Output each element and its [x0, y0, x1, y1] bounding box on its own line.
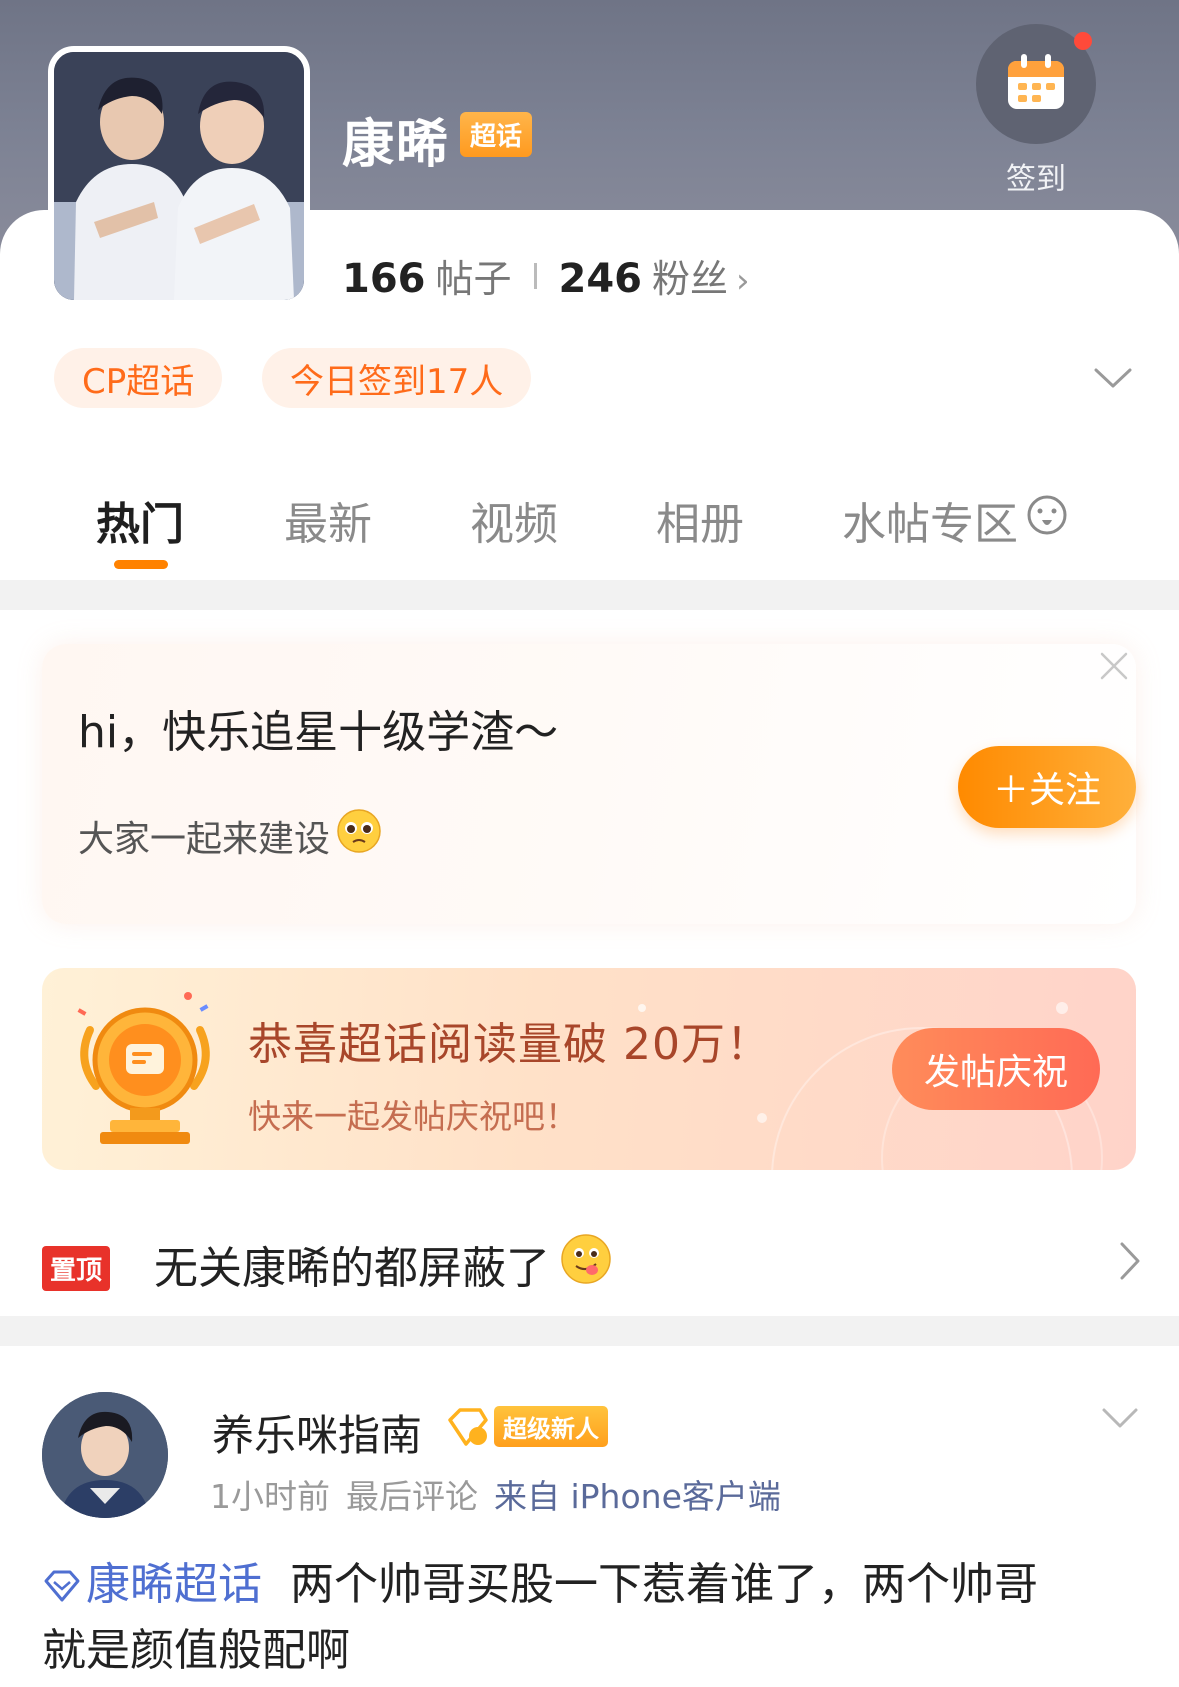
banner-title: 恭喜超话阅读量破 20万！: [248, 1019, 771, 1070]
author-avatar[interactable]: [42, 1392, 168, 1518]
post-last-comment: 最后评论: [346, 1477, 478, 1516]
pleading-emoji-icon: [336, 808, 382, 863]
super-topic-badge: 超话: [460, 112, 533, 157]
checkin-count-chip[interactable]: 今日签到17人: [262, 348, 532, 408]
checkin-label[interactable]: 签到: [976, 154, 1096, 198]
posts-label: 帖子: [435, 257, 512, 301]
welcome-subtitle-row: 大家一起来建设: [78, 808, 382, 863]
cover-image[interactable]: [48, 46, 310, 306]
tab-latest[interactable]: 最新: [284, 488, 372, 552]
section-divider: [0, 580, 1179, 610]
chevron-down-icon[interactable]: [1098, 1404, 1142, 1434]
content-sheet: [0, 210, 1179, 1687]
chevron-right-icon[interactable]: [1116, 1240, 1144, 1282]
trophy-icon: [77, 992, 210, 1144]
post-source: 来自 iPhone客户端: [494, 1477, 781, 1516]
topic-link[interactable]: 康晞超话: [42, 1559, 262, 1610]
posts-count: 166: [342, 256, 426, 302]
super-topic-page: 康晞 超话 签到 166 帖子 246 粉丝 › CP超话 今日签到17人 热门…: [0, 0, 1179, 1687]
tongue-emoji-icon: [560, 1233, 612, 1296]
chevron-right-icon: ›: [736, 261, 750, 301]
chevron-down-icon[interactable]: [1092, 358, 1134, 398]
tab-water-posts-label: 水帖专区: [842, 499, 1018, 550]
calendar-icon: [1005, 51, 1067, 117]
page-title: 康晞: [342, 115, 451, 175]
post-time: 1小时前: [210, 1477, 330, 1516]
fans-count: 246: [558, 256, 643, 302]
tab-video[interactable]: 视频: [470, 488, 558, 552]
pinned-post-text: 无关康晞的都屏蔽了: [154, 1243, 550, 1294]
welcome-subtitle: 大家一起来建设: [78, 818, 331, 860]
section-divider: [0, 1316, 1179, 1346]
diamond-icon: [448, 1408, 488, 1446]
banner-subtitle: 快来一起发帖庆祝吧！: [248, 1097, 578, 1136]
checkin-button[interactable]: [976, 24, 1096, 144]
pinned-post-row[interactable]: 无关康晞的都屏蔽了: [154, 1232, 612, 1296]
stats-divider: [533, 262, 537, 289]
tab-hot[interactable]: 热门: [96, 488, 184, 552]
post-meta: 1小时前 最后评论 来自 iPhone客户端: [210, 1470, 781, 1518]
topic-link-label: 康晞超话: [86, 1559, 262, 1610]
author-name[interactable]: 养乐咪指南: [212, 1402, 422, 1463]
post-celebrate-button[interactable]: 发帖庆祝: [892, 1028, 1100, 1110]
fans-label: 粉丝: [652, 257, 729, 301]
level-badge: 超级新人: [494, 1406, 608, 1447]
stats-row[interactable]: 166 帖子 246 粉丝 ›: [342, 248, 750, 303]
follow-button[interactable]: ＋关注: [958, 746, 1136, 828]
tab-album[interactable]: 相册: [656, 488, 744, 552]
close-icon[interactable]: [1096, 648, 1132, 684]
diamond-icon: [44, 1570, 80, 1602]
cp-topic-chip[interactable]: CP超话: [54, 348, 223, 408]
tab-water-posts[interactable]: 水帖专区: [842, 488, 1068, 552]
post-text-line-1: 两个帅哥买股一下惹着谁了，两个帅哥: [289, 1559, 1038, 1610]
welcome-title: hi，快乐追星十级学渣～: [78, 707, 559, 758]
post-body[interactable]: 康晞超话 两个帅哥买股一下惹着谁了，两个帅哥就是颜值般配啊: [42, 1552, 1136, 1684]
active-tab-indicator: [114, 560, 168, 569]
emoji-icon: [1026, 494, 1068, 547]
pinned-tag: 置顶: [42, 1246, 111, 1291]
notification-dot: [1074, 32, 1092, 50]
post-text-line-2: 就是颜值般配啊: [42, 1625, 350, 1676]
